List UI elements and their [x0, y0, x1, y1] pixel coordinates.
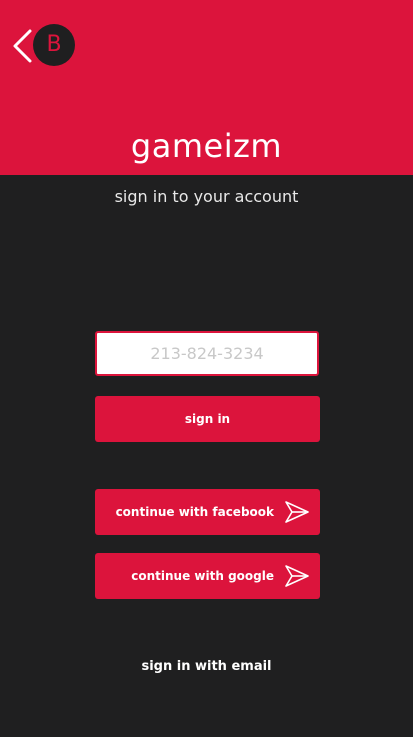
sign-in-screen: B gameizm sign in to your account sign i… — [0, 0, 413, 737]
send-arrow-icon — [285, 565, 309, 587]
back-button[interactable]: B — [8, 22, 78, 70]
send-arrow-icon — [285, 501, 309, 523]
continue-with-google-button[interactable]: continue with google — [95, 553, 320, 599]
page-subtitle: sign in to your account — [114, 187, 299, 206]
chevron-left-icon — [13, 29, 32, 63]
avatar-letter: B — [46, 32, 62, 57]
sign-in-with-email-link[interactable]: sign in with email — [0, 657, 413, 677]
continue-with-facebook-button[interactable]: continue with facebook — [95, 489, 320, 535]
app-title: gameizm — [130, 127, 283, 165]
header-bar: B gameizm — [0, 0, 413, 175]
sign-in-button-label: sign in — [184, 412, 231, 426]
google-button-label: continue with google — [131, 569, 274, 583]
sign-in-button[interactable]: sign in — [95, 396, 320, 442]
facebook-button-label: continue with facebook — [115, 505, 274, 519]
avatar: B — [33, 24, 75, 66]
phone-number-input[interactable] — [95, 331, 319, 376]
